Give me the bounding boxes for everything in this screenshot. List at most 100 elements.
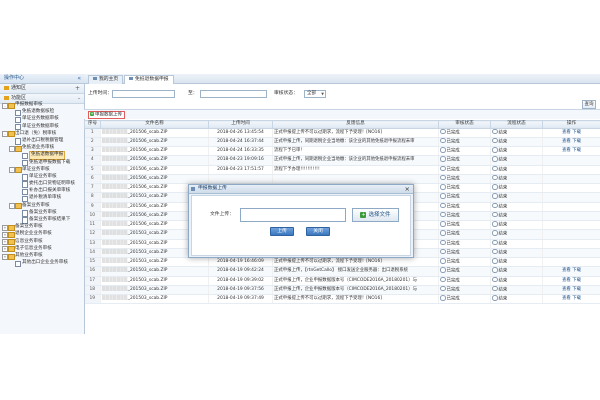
close-button[interactable]: 关闭	[306, 227, 330, 236]
flow-status-text: 结束	[498, 296, 508, 302]
row-actions[interactable]: 查看 下载	[542, 137, 600, 148]
table-row[interactable]: 5 ▒▒▒▒▒▒▒_201506_scab.ZIP 2018-04-23 17:51…	[84, 165, 600, 175]
upload-time-start-input[interactable]	[112, 90, 175, 98]
tree-item[interactable]: 单证业务数据审核	[0, 115, 84, 124]
row-actions[interactable]	[542, 220, 600, 231]
row-number-text: 17	[89, 277, 96, 283]
audit-status-text: 已完成	[446, 250, 460, 255]
tree-item[interactable]: + 电子信息业务审核	[0, 245, 84, 253]
row-actions[interactable]	[542, 202, 600, 212]
row-actions[interactable]	[542, 248, 600, 259]
redacted-prefix: ▒▒▒▒▒▒▒	[102, 166, 128, 172]
row-actions[interactable]: 查看 下载	[542, 146, 600, 157]
feedback-message: 流程下予已审！	[272, 146, 439, 157]
tree-item-label: 单证业务数据审核	[22, 123, 59, 129]
table-row[interactable]: 6 ▒▒▒▒▒▒▒_201506_scab.ZIP 已完成 结束	[84, 174, 600, 185]
audit-status: 已完成	[438, 128, 491, 138]
feedback-message: 正式申报上传，同期退税企业当地缴：该企业的其他免抵退申报流程未审	[272, 155, 439, 166]
row-actions[interactable]	[542, 165, 600, 175]
tree-item[interactable]: 委托出口货物证明审核	[0, 180, 84, 188]
table-row[interactable]: 16 ▒▒▒▒▒▒▒_201503_scab.ZIP 2018-04-19 09:4…	[84, 266, 600, 277]
flow-status-text: 结束	[498, 259, 508, 265]
collapse-sidebar-icon[interactable]: «	[77, 74, 81, 83]
close-icon[interactable]: ×	[405, 185, 410, 193]
column-header[interactable]: 上传时间	[208, 120, 273, 129]
table-row[interactable]: 2 ▒▒▒▒▒▒▒_201506_scab.ZIP 2018-04-24 16:37…	[84, 137, 600, 148]
table-row[interactable]: 1 ▒▒▒▒▒▒▒_201506_scab.ZIP 2018-04-26 13:45…	[84, 128, 600, 138]
upload-time-text: 2018-04-26 13:45:54	[217, 129, 264, 135]
table-row[interactable]: 17 ▒▒▒▒▒▒▒_201503_scab.ZIP 2018-04-19 09:3…	[84, 276, 600, 286]
audit-status-text: 已完成	[446, 296, 460, 302]
upload-time-end-input[interactable]	[200, 90, 267, 98]
row-actions-text: 查看 下载	[562, 277, 581, 283]
tree-item[interactable]: 备案业务审核	[0, 209, 84, 217]
column-header[interactable]: 反馈信息	[272, 120, 439, 129]
tree-item-label: 单证业务审核	[22, 166, 50, 172]
tab-home-label: 我的主页	[99, 77, 119, 82]
to-label: 至：	[188, 91, 198, 96]
tree-item[interactable]: 退补税清单审核	[0, 194, 84, 203]
status-select[interactable]: 全部 ▼	[304, 90, 326, 98]
status-icon	[440, 230, 446, 236]
tab-declaration[interactable]: 免抵退数据申报	[124, 75, 174, 84]
tree-item[interactable]: 免抵退数据申报	[0, 151, 84, 160]
row-actions[interactable]	[542, 183, 600, 194]
row-actions[interactable]	[542, 192, 600, 203]
row-actions[interactable]	[542, 211, 600, 222]
audit-status: 已完成	[438, 285, 491, 296]
column-header[interactable]: 序号	[84, 120, 101, 129]
column-header[interactable]: 流程状态	[490, 120, 543, 129]
tree-item[interactable]: + 备案业务审核	[0, 223, 84, 231]
query-button[interactable]: 查询	[582, 100, 596, 109]
row-actions[interactable]	[542, 257, 600, 268]
tree-item[interactable]: + 信息业务审核	[0, 238, 84, 246]
tree-item[interactable]: 其他出口企业业务审核	[0, 259, 84, 267]
row-actions[interactable]	[542, 239, 600, 249]
table-row[interactable]: 18 ▒▒▒▒▒▒▒_201503_scab.ZIP 2018-04-19 09:3…	[84, 285, 600, 296]
row-actions[interactable]: 查看 下载	[542, 128, 600, 138]
row-actions[interactable]: 查看 下载	[542, 285, 600, 296]
row-actions[interactable]	[542, 229, 600, 240]
flow-status-text: 结束	[498, 277, 508, 283]
row-actions[interactable]: 查看 下载	[542, 294, 600, 305]
file-path-input[interactable]	[240, 208, 346, 222]
tree-item[interactable]: - 免抵退业务审核	[0, 144, 84, 152]
row-number-text: 19	[89, 296, 96, 302]
table-row[interactable]: 3 ▒▒▒▒▒▒▒_201506_scab.ZIP 2018-04-24 16:33…	[84, 146, 600, 157]
expand-icon[interactable]: +	[75, 84, 80, 93]
choose-file-button[interactable]: + 选择文件	[352, 208, 399, 222]
tree-item[interactable]: 免抵退申报数据下载	[0, 159, 84, 167]
column-header[interactable]: 审核状态	[438, 120, 491, 129]
flow-status: 结束	[490, 285, 543, 296]
tree-item[interactable]: - 出口退（免）税审核	[0, 130, 84, 138]
table-row[interactable]: 19 ▒▒▒▒▒▒▒_201503_scab.ZIP 2018-04-19 09:3…	[84, 294, 600, 305]
flow-status: 结束	[490, 202, 543, 212]
tree-item[interactable]: + 退税企业业务审核	[0, 230, 84, 238]
tree-item[interactable]: - 申报数据审核	[0, 101, 84, 109]
upload-declaration-button[interactable]: +申报数据上传	[88, 111, 125, 119]
row-actions[interactable]	[542, 174, 600, 185]
table-row[interactable]: 15 ▒▒▒▒▒▒▒_201503_scab.ZIP 2018-04-19 16:4…	[84, 257, 600, 268]
tree-item[interactable]: 备案业务审核结果下	[0, 216, 84, 224]
redacted-prefix: ▒▒▒▒▒▒▒	[102, 138, 128, 144]
tree-item[interactable]: 退补出口税税额管理	[0, 137, 84, 145]
column-header[interactable]: 文件名称	[100, 120, 209, 129]
tab-home[interactable]: 我的主页	[88, 75, 124, 84]
feedback-message: 正式申报上传，企业申报数据版本号（CIMCODE2016A_20180201）与	[272, 285, 439, 296]
row-actions[interactable]: 查看 下载	[542, 266, 600, 277]
row-actions[interactable]	[542, 155, 600, 166]
status-icon	[440, 248, 446, 255]
row-actions[interactable]: 查看 下载	[542, 276, 600, 286]
tree-item[interactable]: 单证业务审核	[0, 173, 84, 181]
section-notice[interactable]: 通知区 +	[0, 84, 84, 94]
tree-item[interactable]: 单证业务数据审核	[0, 123, 84, 131]
tree-item[interactable]: - 单证业务审核	[0, 166, 84, 174]
tree-item[interactable]: 补办出口报关单审核	[0, 187, 84, 196]
table-row[interactable]: 4 ▒▒▒▒▒▒▒_201506_scab.ZIP 2018-04-23 19:09…	[84, 155, 600, 166]
row-number: 10	[84, 211, 101, 222]
tree-item[interactable]: - 备案业务审核	[0, 202, 84, 210]
tree-item[interactable]: 免抵退数据核检	[0, 108, 84, 116]
column-header[interactable]: 操作	[542, 120, 600, 129]
upload-button[interactable]: 上传	[270, 227, 294, 236]
tree-item[interactable]: + 其他业务审核	[0, 252, 84, 260]
